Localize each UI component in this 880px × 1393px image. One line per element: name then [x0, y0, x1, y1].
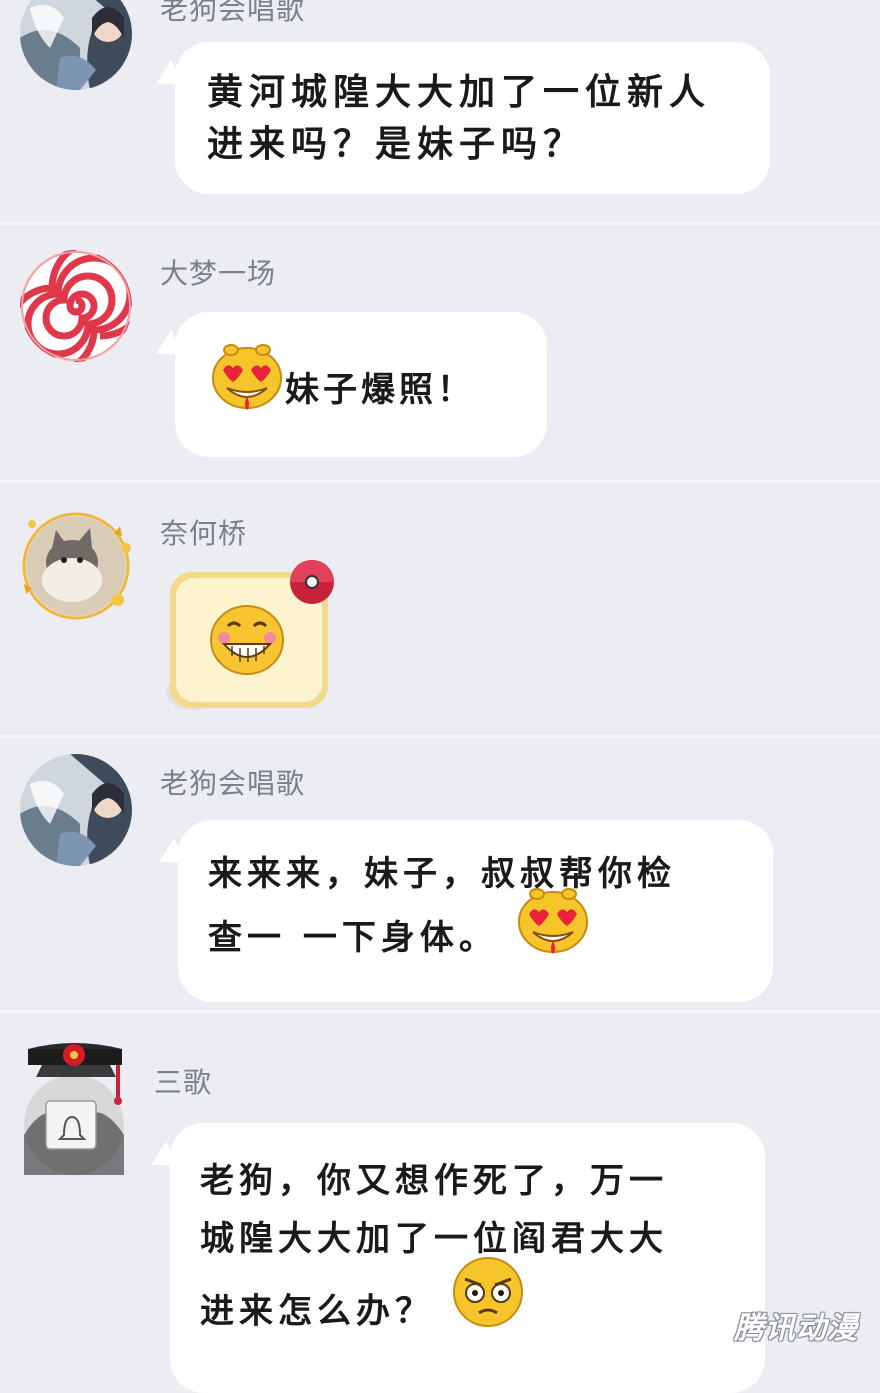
message-bubble[interactable]: 老狗，你又想作死了，万一 城隍大大加了一位阎君大大 进来怎么办？	[170, 1123, 765, 1393]
sender-name: 老狗会唱歌	[160, 767, 306, 800]
chat-message: 老狗会唱歌 来来来，妹子，叔叔帮你检 查一 一下身体。	[0, 750, 880, 1010]
watermark-logo: 腾讯动漫	[734, 1311, 858, 1346]
sender-name: 大梦一场	[160, 257, 277, 290]
emperor-hat-avatar[interactable]	[18, 1035, 130, 1175]
message-divider	[0, 735, 880, 738]
sender-name: 老狗会唱歌	[160, 0, 306, 26]
message-bubble[interactable]: 妹子爆照！	[175, 312, 547, 457]
message-text: 查一 一下身体。	[208, 918, 498, 958]
message-text: 黄河城隍大大加了一位新人	[207, 71, 712, 113]
message-text: 老狗，你又想作死了，万一	[200, 1161, 668, 1201]
chat-message: 大梦一场 妹子爆照！	[0, 250, 880, 470]
sender-name: 奈何桥	[160, 517, 248, 550]
chat-message: 奈何桥	[0, 500, 880, 730]
anime-girl-avatar[interactable]	[20, 0, 132, 90]
message-divider	[0, 222, 880, 225]
glaring-emoji	[451, 1257, 525, 1358]
message-text: 进来吗？是妹子吗？	[207, 123, 586, 165]
message-text: 妹子爆照！	[285, 370, 475, 410]
cat-avatar[interactable]	[20, 512, 132, 624]
sender-name: 三歌	[154, 1066, 213, 1099]
lollipop-avatar[interactable]	[20, 250, 132, 362]
message-bubble[interactable]: 黄河城隍大大加了一位新人 进来吗？是妹子吗？	[175, 42, 770, 194]
message-text: 进来怎么办？	[200, 1291, 434, 1332]
message-divider	[0, 1010, 880, 1013]
chat-message: 老狗会唱歌 黄河城隍大大加了一位新人 进来吗？是妹子吗？	[0, 0, 880, 210]
anime-girl-avatar[interactable]	[20, 754, 132, 866]
heart-eyes-emoji	[515, 888, 591, 978]
chat-window: 老狗会唱歌 黄河城隍大大加了一位新人 进来吗？是妹子吗？ 大梦一场 妹子爆照！ …	[0, 0, 880, 1393]
grin-sticker[interactable]	[152, 552, 342, 722]
message-bubble[interactable]: 来来来，妹子，叔叔帮你检 查一 一下身体。	[178, 820, 773, 1002]
message-text: 来来来，妹子，叔叔帮你检	[208, 854, 676, 894]
heart-eyes-emoji	[209, 344, 285, 434]
message-divider	[0, 480, 880, 483]
